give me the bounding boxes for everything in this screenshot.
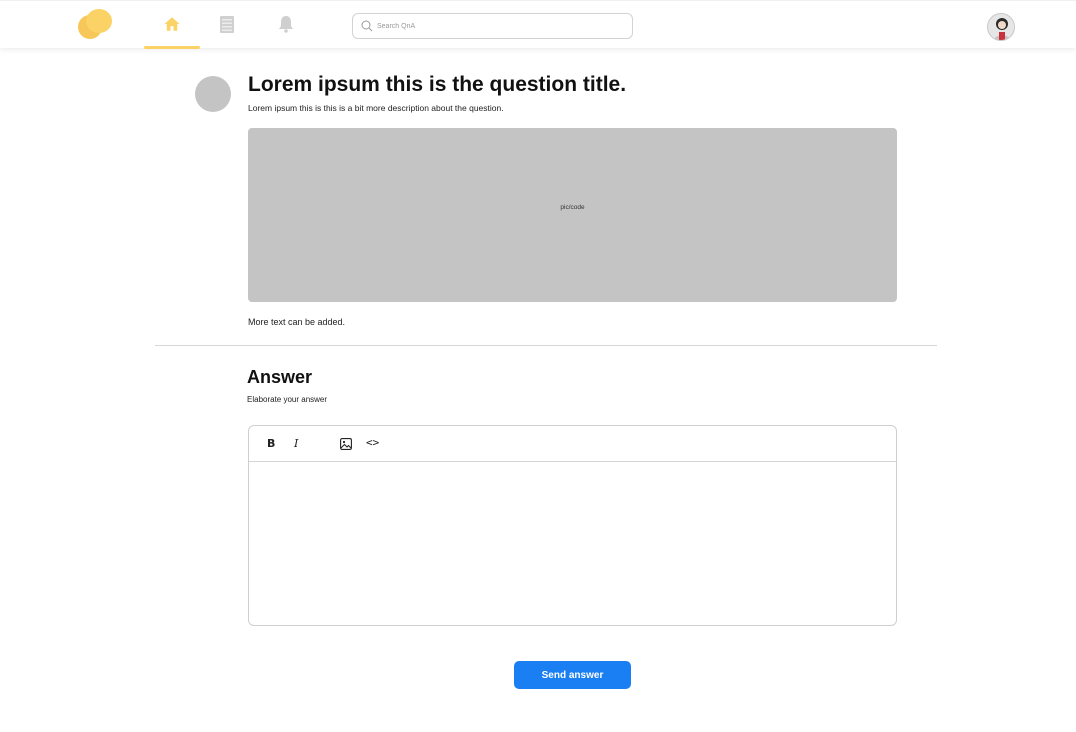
logo-bubble-front [86, 9, 112, 33]
question-media-placeholder: pic/code [248, 128, 897, 302]
user-avatar[interactable] [987, 13, 1015, 41]
answer-textarea[interactable] [249, 463, 896, 625]
editor-toolbar: B I <> [249, 426, 896, 462]
top-navigation-bar [0, 0, 1076, 49]
home-icon [164, 17, 180, 31]
nav-documents-tab[interactable] [220, 16, 234, 38]
answer-editor: B I <> [248, 425, 897, 626]
app-logo[interactable] [78, 9, 114, 41]
search-box[interactable] [352, 13, 633, 39]
document-icon [220, 16, 234, 33]
search-input[interactable] [377, 18, 617, 35]
answer-heading: Answer [247, 367, 313, 387]
search-icon [361, 20, 373, 32]
bold-button[interactable]: B [267, 437, 275, 451]
bell-icon [279, 16, 293, 33]
code-button[interactable]: <> [366, 436, 379, 450]
question-description: Lorem ipsum this is this is a bit more d… [248, 103, 504, 113]
nav-notifications-tab[interactable] [278, 15, 294, 38]
nav-home-tab[interactable] [144, 1, 200, 49]
send-answer-button[interactable]: Send answer [514, 661, 631, 689]
media-placeholder-label: pic/code [560, 204, 585, 211]
answer-subheading: Elaborate your answer [247, 395, 328, 404]
insert-image-button[interactable] [340, 438, 352, 452]
user-avatar-icon [988, 14, 1014, 40]
question-title: Lorem ipsum this is the question title. [248, 73, 627, 96]
image-icon [340, 438, 352, 450]
question-author-avatar[interactable] [195, 76, 231, 112]
section-divider [155, 345, 937, 346]
italic-button[interactable]: I [294, 437, 298, 451]
question-extra-text: More text can be added. [248, 317, 346, 327]
active-tab-indicator [144, 46, 200, 49]
